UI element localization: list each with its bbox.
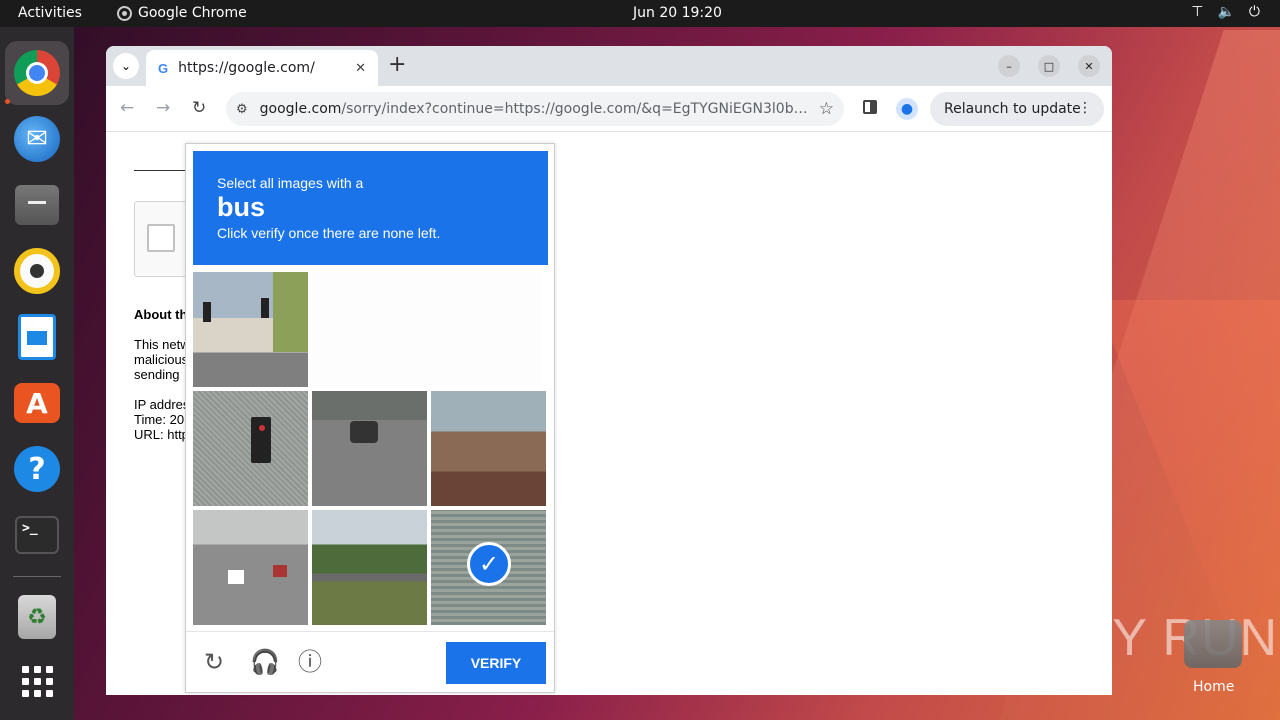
back-button[interactable]: ← [120,98,134,118]
close-window-button[interactable]: ✕ [1078,55,1100,77]
files-icon [15,185,59,225]
tab-google[interactable]: G https://google.com/ ✕ [146,50,378,86]
recaptcha-challenge: Select all images with a bus Click verif… [185,143,555,693]
forward-button[interactable]: → [156,98,170,118]
dock-terminal[interactable]: >_ [5,503,69,567]
url-path: /sorry/index?continue=https://google.com… [341,101,811,117]
home-label: Home [1193,679,1235,695]
dock-show-apps[interactable] [5,649,69,713]
url-host: google.com [259,101,342,117]
image-tile-selected[interactable]: ✓ [431,510,546,625]
image-tile[interactable] [193,391,308,506]
dock-app-center[interactable]: A [5,371,69,435]
bookmark-star-icon[interactable]: ☆ [819,99,834,119]
challenge-target: bus [217,192,266,222]
power-icon: ⏻ [1248,4,1260,20]
challenge-hint: Click verify once there are none left. [217,225,441,241]
help-icon: ? [14,446,60,492]
image-tile[interactable] [193,272,308,387]
dock-rhythmbox[interactable] [5,239,69,303]
image-tile[interactable] [312,391,427,506]
home-folder-icon[interactable] [1184,620,1242,668]
tab-strip: ⌄ G https://google.com/ ✕ + – □ ✕ [106,46,1112,86]
info-icon[interactable]: ⓘ [298,650,322,674]
challenge-footer: ↻ 🎧 ⓘ VERIFY [186,631,554,693]
dock-writer[interactable] [5,305,69,369]
reload-button[interactable]: ↻ [192,98,206,118]
chevron-down-icon: ⌄ [120,59,132,73]
minimize-button[interactable]: – [998,55,1020,77]
chrome-icon [14,50,60,96]
running-indicator [5,99,10,104]
volume-icon: 🔈 [1217,4,1235,20]
challenge-instruction: Select all images with a [217,175,364,191]
tab-search-button[interactable]: ⌄ [113,53,139,79]
recaptcha-checkbox[interactable] [147,224,175,252]
show-apps-icon [21,665,53,697]
google-favicon-icon: G [158,60,169,76]
libreoffice-writer-icon [18,314,56,360]
close-icon[interactable]: ✕ [355,61,366,76]
relaunch-label: Relaunch to update [944,101,1081,117]
browser-toolbar: ← → ↻ ⚙ google.com /sorry/index?continue… [106,86,1112,132]
rhythmbox-icon [14,248,60,294]
image-tile[interactable] [431,391,546,506]
terminal-icon: >_ [15,516,59,554]
dock-help[interactable]: ? [5,437,69,501]
maximize-button[interactable]: □ [1038,55,1060,77]
dock: ✉ A ? >_ ♻ [0,27,74,720]
trash-icon: ♻ [18,595,56,639]
network-icon: ⊤ [1191,4,1204,20]
checkmark-icon: ✓ [467,542,511,586]
loading-tiles [308,272,542,387]
tab-title: https://google.com/ [178,60,315,76]
dock-trash[interactable]: ♻ [5,585,69,649]
side-panel-icon[interactable] [863,100,877,114]
address-bar[interactable]: ⚙ google.com /sorry/index?continue=https… [226,92,844,126]
new-tab-button[interactable]: + [388,52,406,77]
relaunch-button[interactable]: Relaunch to update ⋮ [930,92,1104,126]
more-menu-icon[interactable]: ⋮ [1078,100,1092,116]
dock-chrome[interactable] [5,41,69,105]
dock-thunderbird[interactable]: ✉ [5,107,69,171]
top-bar: Activities Google Chrome Jun 20 19:20 ⊤ … [0,0,1280,27]
image-tile[interactable] [193,510,308,625]
site-info-icon[interactable]: ⚙ [236,102,248,117]
dock-files[interactable] [5,173,69,237]
audio-challenge-icon[interactable]: 🎧 [250,650,280,674]
profile-avatar-icon[interactable]: ● [896,98,918,120]
reload-challenge-icon[interactable]: ↻ [204,650,224,674]
watermark: ANY RUN [1038,609,1279,667]
clock[interactable]: Jun 20 19:20 [0,5,1280,21]
image-tile[interactable] [312,510,427,625]
dock-separator [13,576,61,577]
app-center-icon: A [14,383,60,423]
challenge-header: Select all images with a bus Click verif… [193,151,548,265]
verify-button[interactable]: VERIFY [446,642,546,684]
system-tray[interactable]: ⊤ 🔈 ⏻ [1191,4,1260,20]
thunderbird-icon: ✉ [14,116,60,162]
